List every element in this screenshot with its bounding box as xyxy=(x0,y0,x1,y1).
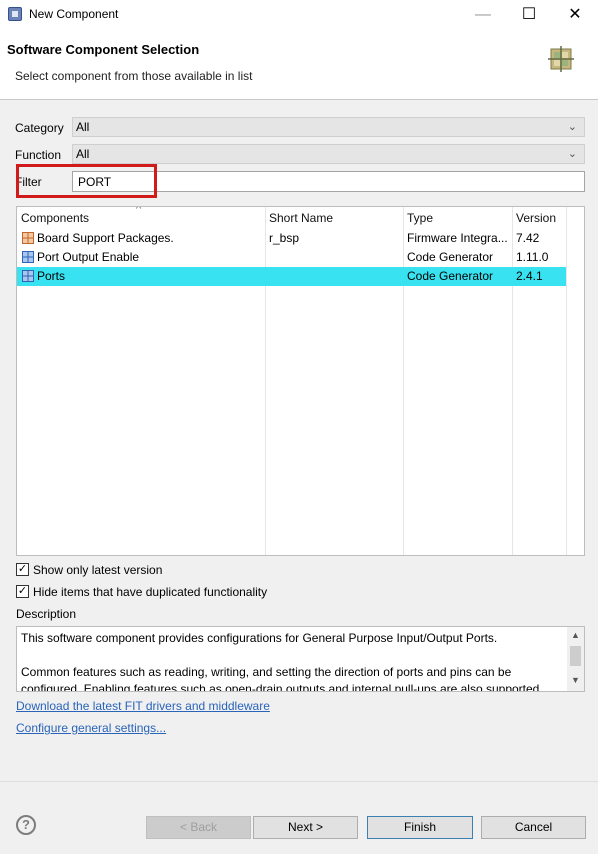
configure-settings-link[interactable]: Configure general settings... xyxy=(16,721,166,735)
cell-type: Code Generator xyxy=(407,269,494,283)
code-generator-grid-icon xyxy=(22,270,34,282)
column-divider xyxy=(566,207,567,555)
column-header-components[interactable]: Components xyxy=(21,211,89,225)
column-header-version[interactable]: Version xyxy=(516,211,556,225)
table-row[interactable]: Board Support Packages. r_bsp Firmware I… xyxy=(17,229,566,248)
cell-short-name: r_bsp xyxy=(269,231,300,245)
show-latest-version-checkbox[interactable]: ✓ xyxy=(16,563,29,576)
column-header-short-name[interactable]: Short Name xyxy=(269,211,333,225)
category-label: Category xyxy=(15,121,64,135)
scroll-up-icon[interactable]: ▲ xyxy=(571,630,580,640)
function-label: Function xyxy=(15,148,62,162)
page-description: Select component from those available in… xyxy=(15,69,253,83)
function-value: All xyxy=(76,147,90,161)
cell-type: Code Generator xyxy=(407,250,494,264)
cell-component: Ports xyxy=(37,269,66,283)
scroll-down-icon[interactable]: ▼ xyxy=(571,675,580,685)
cancel-button[interactable]: Cancel xyxy=(481,816,586,839)
description-label: Description xyxy=(16,607,77,621)
next-button[interactable]: Next > xyxy=(253,816,358,839)
cell-type: Firmware Integra... xyxy=(407,231,508,245)
category-value: All xyxy=(76,120,90,134)
app-icon xyxy=(8,7,22,21)
sort-indicator-icon: ^ xyxy=(136,206,142,215)
chevron-down-icon: ⌄ xyxy=(567,121,577,133)
scroll-thumb[interactable] xyxy=(570,646,581,666)
components-table[interactable]: ^ Components Short Name Type Version Boa… xyxy=(16,206,585,556)
show-latest-version-label[interactable]: Show only latest version xyxy=(33,563,162,577)
description-text: Common features such as reading, writing… xyxy=(21,665,512,679)
help-icon[interactable]: ? xyxy=(16,815,36,835)
description-text: configured. Enabling features such as op… xyxy=(21,682,543,692)
description-scrollbar[interactable]: ▲ ▼ xyxy=(567,627,584,691)
category-select[interactable]: All ⌄ xyxy=(72,117,585,137)
cell-version: 2.4.1 xyxy=(516,269,543,283)
footer-divider xyxy=(0,781,598,782)
minimize-button[interactable]: — xyxy=(460,0,506,29)
filter-label: Filter xyxy=(15,175,42,189)
cell-component: Board Support Packages. xyxy=(37,231,174,245)
page-title: Software Component Selection xyxy=(7,42,200,57)
function-select[interactable]: All ⌄ xyxy=(72,144,585,164)
window-title: New Component xyxy=(29,7,119,21)
column-header-type[interactable]: Type xyxy=(407,211,433,225)
filter-input[interactable] xyxy=(72,171,585,192)
download-fit-link[interactable]: Download the latest FIT drivers and midd… xyxy=(16,699,270,713)
chevron-down-icon: ⌄ xyxy=(567,148,577,160)
description-text: This software component provides configu… xyxy=(21,631,498,645)
hide-duplicates-label[interactable]: Hide items that have duplicated function… xyxy=(33,585,267,599)
close-button[interactable]: ✕ xyxy=(552,0,598,29)
maximize-button[interactable]: ☐ xyxy=(506,0,552,29)
cell-version: 1.11.0 xyxy=(516,250,549,264)
bsp-grid-icon xyxy=(22,232,34,244)
table-row-selected[interactable]: Ports Code Generator 2.4.1 xyxy=(17,267,566,286)
finish-button[interactable]: Finish xyxy=(367,816,473,839)
table-row[interactable]: Port Output Enable Code Generator 1.11.0 xyxy=(17,248,566,267)
wizard-header: Software Component Selection Select comp… xyxy=(0,29,598,100)
grid-wizard-icon xyxy=(548,46,574,72)
code-generator-grid-icon xyxy=(22,251,34,263)
description-text-area[interactable]: This software component provides configu… xyxy=(16,626,585,692)
cell-version: 7.42 xyxy=(516,231,540,245)
hide-duplicates-checkbox[interactable]: ✓ xyxy=(16,585,29,598)
cell-component: Port Output Enable xyxy=(37,250,140,264)
title-bar: New Component — ☐ ✕ xyxy=(0,0,598,29)
back-button[interactable]: < Back xyxy=(146,816,251,839)
